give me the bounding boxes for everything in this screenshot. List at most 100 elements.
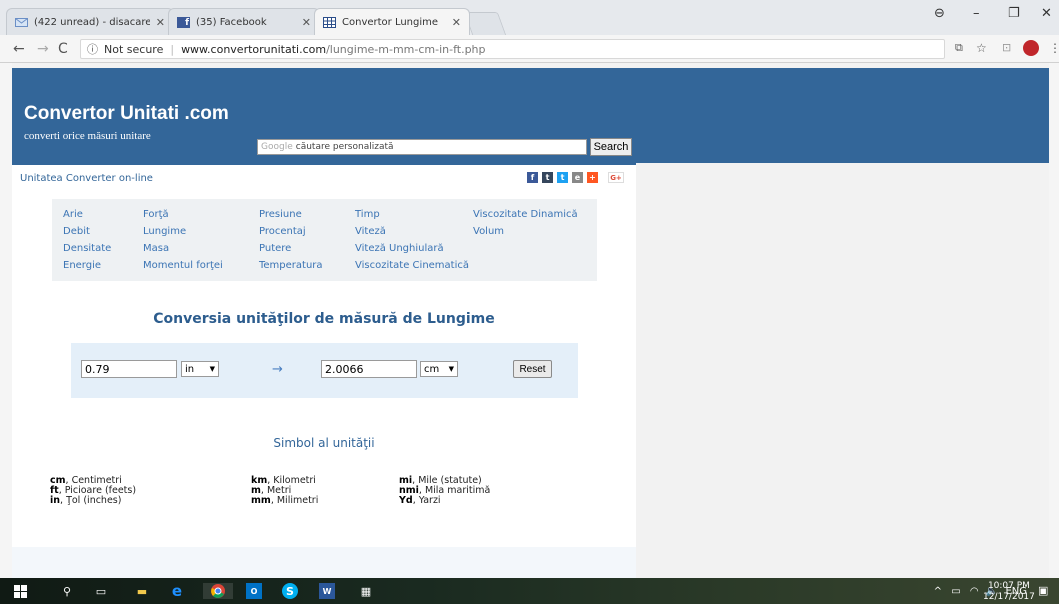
- converter-online-link[interactable]: Unitatea Converter on-line: [20, 173, 153, 184]
- profile-icon[interactable]: ⊖: [934, 6, 945, 21]
- restore-icon[interactable]: ❐: [1008, 6, 1020, 21]
- reset-button[interactable]: Reset: [513, 360, 552, 378]
- category-link[interactable]: Lungime: [143, 226, 186, 237]
- tab-label: (35) Facebook: [196, 16, 267, 28]
- reload-icon[interactable]: C: [58, 41, 68, 57]
- addthis-share-icon[interactable]: +: [587, 172, 598, 183]
- category-link[interactable]: Presiune: [259, 209, 302, 220]
- category-link[interactable]: Volum: [473, 226, 504, 237]
- security-label: Not secure: [104, 42, 164, 56]
- to-unit-select[interactable]: cm ▼: [420, 361, 458, 377]
- search-input[interactable]: Google căutare personalizată: [257, 139, 587, 155]
- converter-title: Conversia unităţilor de măsură de Lungim…: [153, 311, 495, 327]
- symbols-title: Simbol al unităţii: [273, 436, 375, 450]
- footer-strip: [12, 547, 636, 578]
- from-unit-select[interactable]: in ▼: [181, 361, 219, 377]
- category-link[interactable]: Arie: [63, 209, 83, 220]
- arrow-right-icon: →: [272, 362, 283, 377]
- skype-icon[interactable]: S: [282, 583, 298, 599]
- symbols-column: km, Kilometri m, Metri mm, Milimetri: [251, 476, 318, 506]
- battery-icon[interactable]: ▭: [951, 586, 960, 597]
- category-link[interactable]: Viscozitate Cinematică: [355, 260, 469, 271]
- mail-icon: [15, 17, 28, 28]
- category-link[interactable]: Viscozitate Dinamică: [473, 209, 578, 220]
- word-icon[interactable]: W: [319, 583, 335, 599]
- facebook-icon: f: [177, 16, 190, 28]
- close-icon[interactable]: ✕: [156, 16, 165, 29]
- url-path: /lungime-m-mm-cm-in-ft.php: [326, 42, 486, 56]
- page-viewport: Convertor Unitati .com converti orice mă…: [0, 63, 1059, 578]
- windows-start-icon[interactable]: [12, 583, 28, 599]
- search-icon[interactable]: ⚲: [59, 583, 75, 599]
- page-scrollbar[interactable]: [1049, 63, 1059, 578]
- category-link[interactable]: Debit: [63, 226, 90, 237]
- to-value-input[interactable]: 2.0066: [321, 360, 417, 378]
- notification-icon[interactable]: ▣: [1038, 584, 1052, 598]
- category-link[interactable]: Masa: [143, 243, 169, 254]
- search-placeholder: căutare personalizată: [295, 142, 394, 152]
- email-share-icon[interactable]: e: [572, 172, 583, 183]
- category-link[interactable]: Timp: [355, 209, 380, 220]
- clock-date: 12/17/2017: [983, 592, 1035, 602]
- sub-navigation-bar: Unitatea Converter on-line f t t e + G+: [12, 163, 636, 189]
- tab-label: (422 unread) - disacarelli: [34, 16, 150, 28]
- caret-down-icon: ▼: [209, 365, 215, 373]
- twitter-share-icon[interactable]: t: [557, 172, 568, 183]
- from-unit-value: in: [185, 363, 195, 375]
- category-link[interactable]: Viteză: [355, 226, 386, 237]
- category-link[interactable]: Putere: [259, 243, 291, 254]
- calculator-icon[interactable]: ▦: [358, 583, 374, 599]
- from-value-input[interactable]: 0.79: [81, 360, 177, 378]
- outlook-icon[interactable]: O: [246, 583, 262, 599]
- symbol-row: Yd, Yarzi: [399, 495, 441, 506]
- tab-gmail[interactable]: (422 unread) - disacarelli ✕: [6, 8, 174, 35]
- browser-tab-strip: (422 unread) - disacarelli ✕ f (35) Face…: [0, 0, 1059, 35]
- grid-icon: [323, 16, 336, 28]
- url-field[interactable]: ⓘ Not secure | www.convertorunitati.com /…: [80, 39, 945, 59]
- minimize-icon[interactable]: –: [973, 6, 980, 21]
- address-bar: ← → C ⓘ Not secure | www.convertorunitat…: [0, 35, 1059, 63]
- chevron-up-icon[interactable]: ^: [934, 586, 942, 597]
- googleplus-share-icon[interactable]: G+: [608, 172, 624, 183]
- symbols-column: cm, Centimetri ft, Picioare (feets) in, …: [50, 476, 136, 506]
- tab-convertor[interactable]: Convertor Lungime ✕: [314, 8, 470, 35]
- close-icon[interactable]: ✕: [452, 16, 461, 29]
- extension-icon[interactable]: ⊡: [1002, 41, 1011, 54]
- menu-icon[interactable]: ⋮: [1049, 41, 1059, 55]
- windows-taskbar: ⚲ ▭ ▬ e O S W ▦ ^ ▭ ◠ 🔈 ENG 10:07 PM 12/…: [0, 578, 1059, 604]
- clock[interactable]: 10:07 PM 12/17/2017: [983, 581, 1035, 603]
- wifi-icon[interactable]: ◠: [970, 586, 979, 597]
- adblock-icon[interactable]: [1023, 40, 1039, 56]
- caret-down-icon: ▼: [448, 365, 454, 373]
- category-link[interactable]: Forţă: [143, 209, 169, 220]
- new-tab-button[interactable]: [463, 12, 507, 35]
- facebook-share-icon[interactable]: f: [527, 172, 538, 183]
- task-view-icon[interactable]: ▭: [93, 583, 109, 599]
- translate-icon[interactable]: ⧉: [955, 41, 963, 55]
- category-link[interactable]: Momentul forţei: [143, 260, 223, 271]
- category-link[interactable]: Procentaj: [259, 226, 306, 237]
- edge-browser-icon[interactable]: e: [169, 582, 185, 600]
- site-title[interactable]: Convertor Unitati .com: [24, 103, 229, 125]
- main-content: Unitatea Converter on-line f t t e + G+ …: [12, 163, 636, 578]
- site-tagline: converti orice măsuri unitare: [24, 130, 151, 142]
- file-explorer-icon[interactable]: ▬: [134, 583, 150, 599]
- symbol-row: mm, Milimetri: [251, 495, 319, 506]
- tab-facebook[interactable]: f (35) Facebook ✕: [168, 8, 320, 35]
- clock-time: 10:07 PM: [987, 581, 1030, 591]
- info-icon[interactable]: ⓘ: [87, 41, 98, 57]
- category-link[interactable]: Densitate: [63, 243, 111, 254]
- category-link[interactable]: Energie: [63, 260, 101, 271]
- chrome-icon[interactable]: [203, 583, 233, 599]
- back-icon[interactable]: ←: [13, 41, 25, 57]
- forward-icon[interactable]: →: [37, 41, 49, 57]
- symbols-column: mi, Mile (statute) nmi, Mila maritimă Yd…: [399, 476, 490, 506]
- tumblr-share-icon[interactable]: t: [542, 172, 553, 183]
- category-link[interactable]: Temperatura: [259, 260, 323, 271]
- close-icon[interactable]: ✕: [302, 16, 311, 29]
- page-margin: [0, 63, 12, 578]
- category-link[interactable]: Viteză Unghiulară: [355, 243, 444, 254]
- bookmark-star-icon[interactable]: ☆: [976, 41, 987, 55]
- search-button[interactable]: Search: [590, 138, 632, 156]
- close-window-icon[interactable]: ✕: [1041, 6, 1052, 21]
